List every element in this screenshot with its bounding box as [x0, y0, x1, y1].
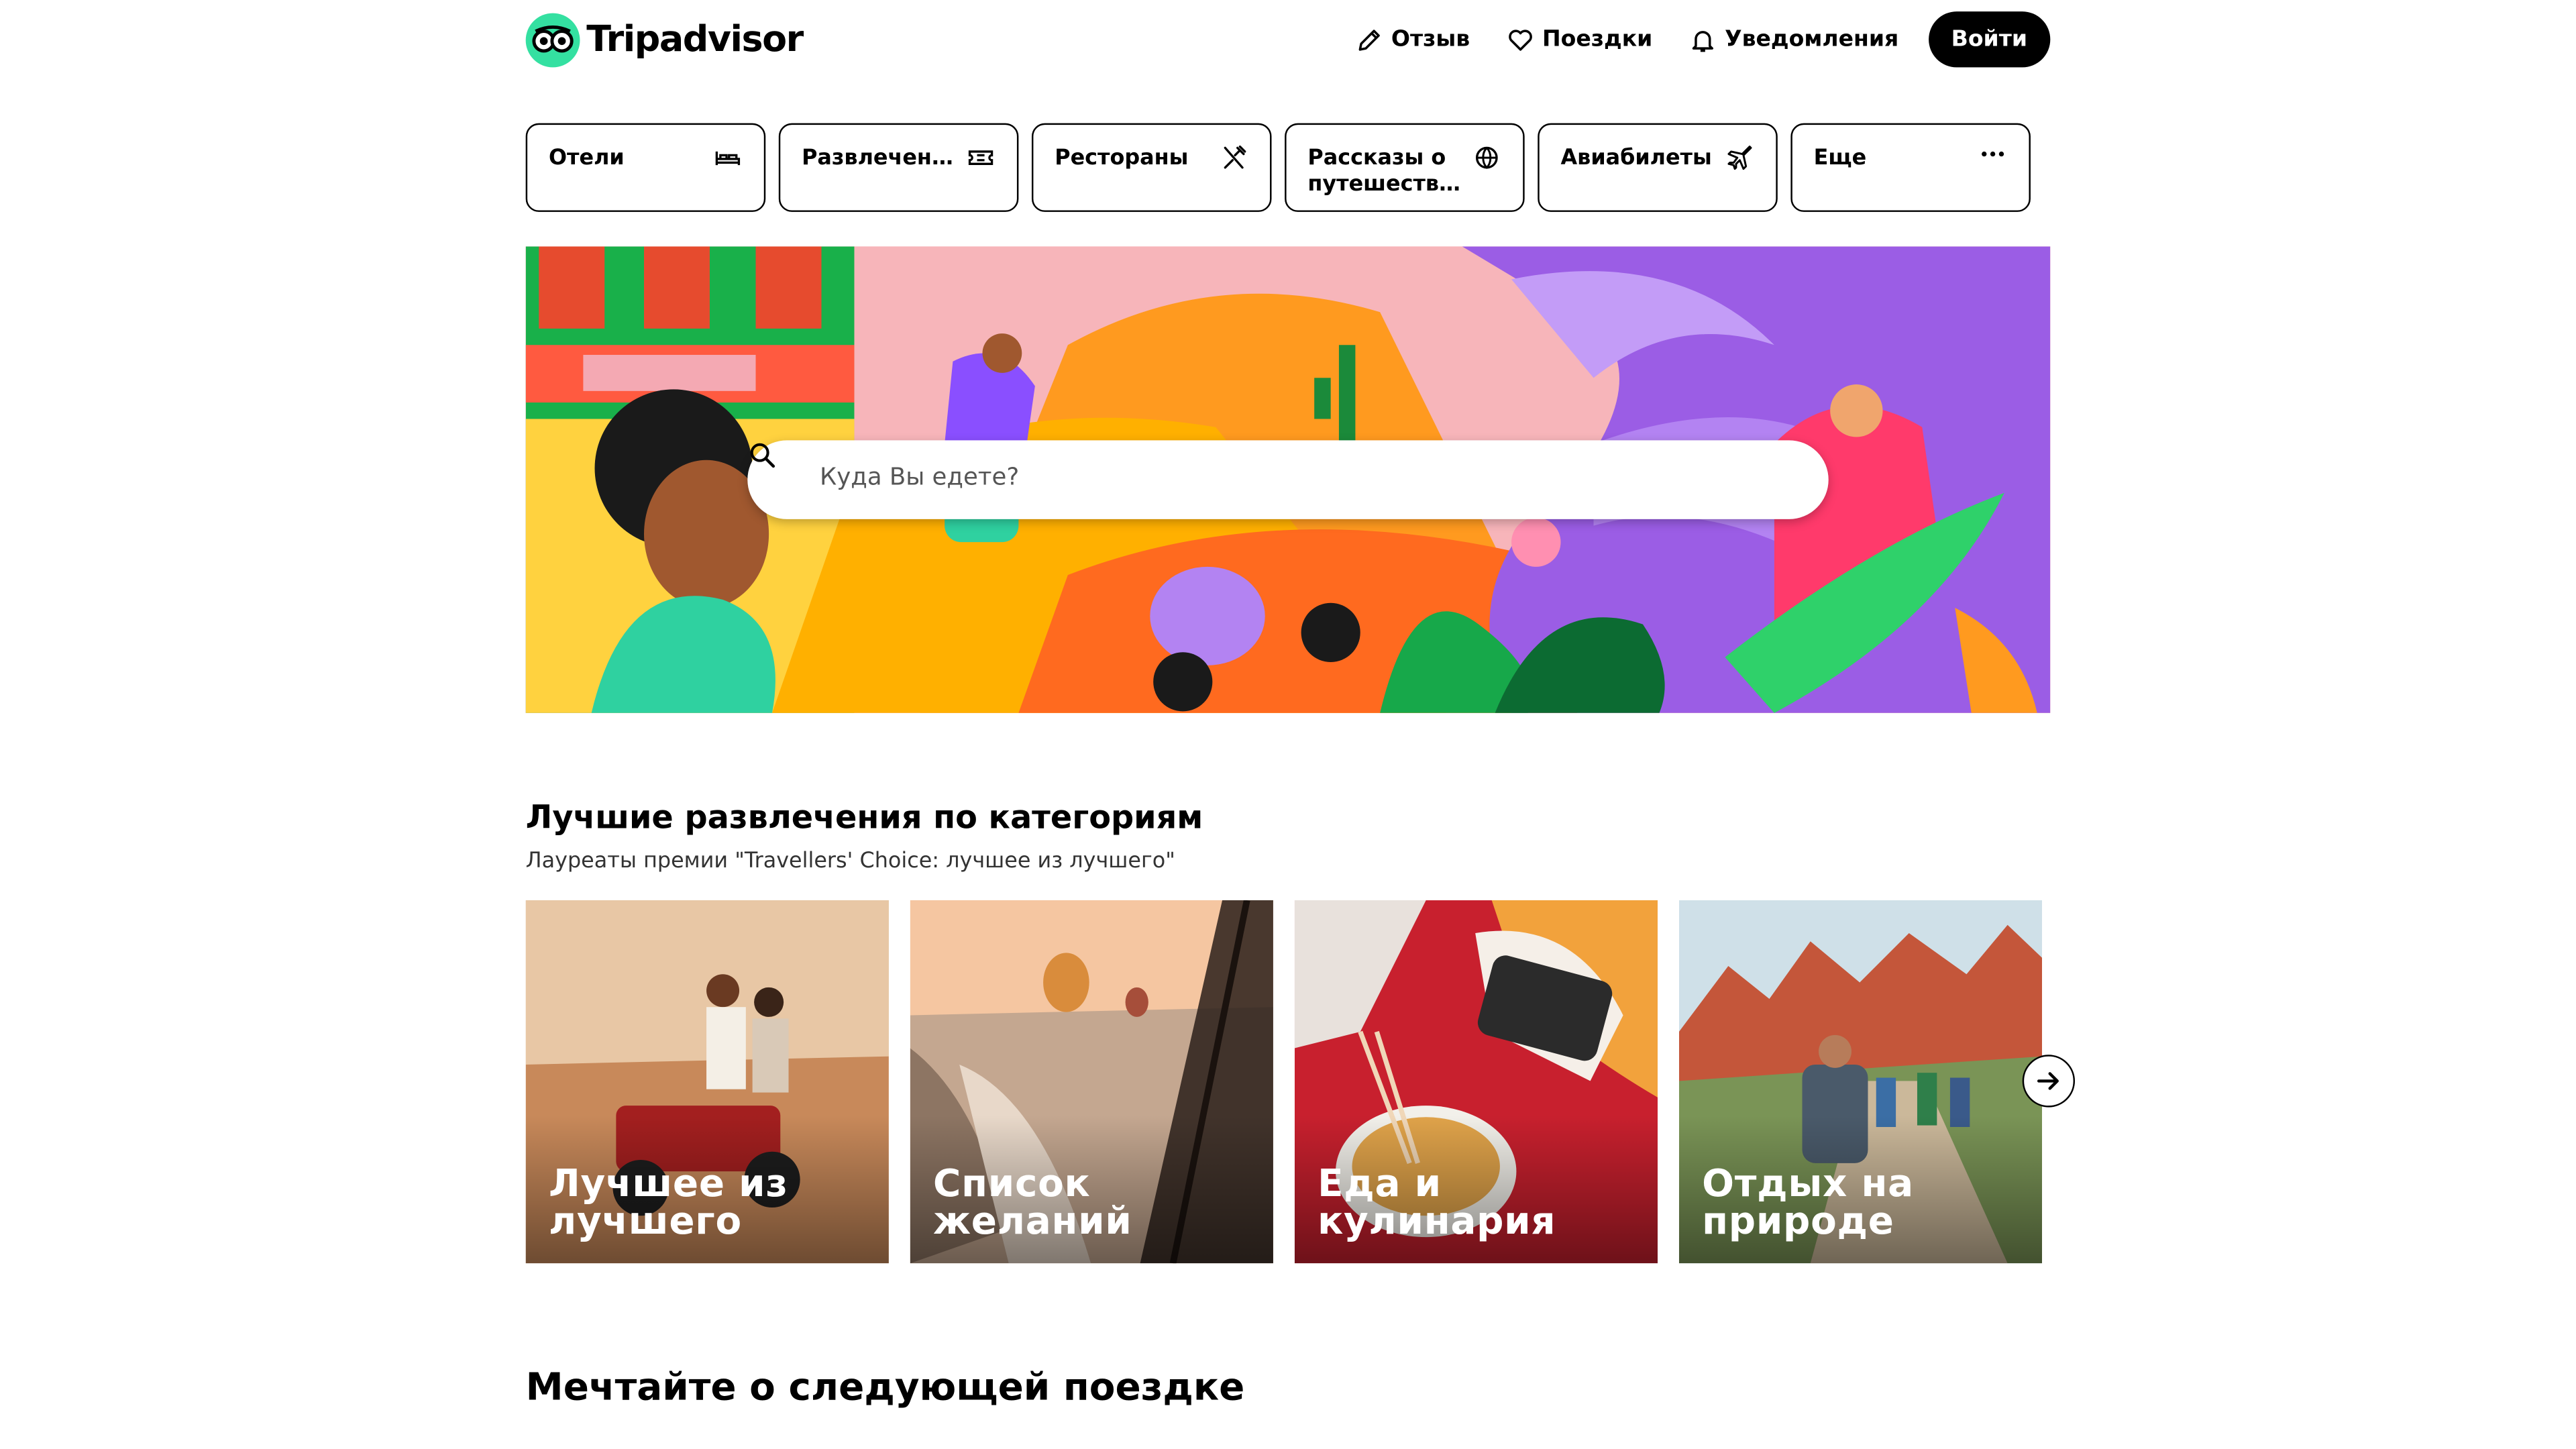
logo-text: Tripadvisor: [586, 19, 804, 61]
pencil-icon: [1358, 29, 1380, 50]
header: Tripadvisor Отзыв Поездки Уведомления Во…: [525, 0, 2051, 79]
nav-review[interactable]: Отзыв: [1348, 11, 1477, 67]
card-label: Отдых на природе: [1702, 1163, 1914, 1244]
fork-knife-icon: [1224, 145, 1246, 169]
hero-banner: Куда Вы едете?: [525, 246, 2051, 713]
category-restaurants[interactable]: Рестораны: [1031, 123, 1272, 212]
bell-icon: [1692, 30, 1713, 52]
globe-icon: [1475, 146, 1498, 169]
category-label: Отели: [548, 146, 625, 171]
section-subtitle: Лауреаты премии "Travellers' Choice: луч…: [525, 849, 1175, 874]
category-label: Рестораны: [1055, 146, 1189, 171]
card-nature[interactable]: Отдых на природе: [1678, 900, 2043, 1264]
category-hotels[interactable]: Отели: [525, 123, 766, 212]
nav-trips-label: Поездки: [1542, 26, 1653, 53]
card-label: Лучшее из лучшего: [548, 1163, 788, 1244]
category-label: Еще: [1813, 146, 1867, 171]
bed-icon: [715, 151, 741, 166]
dream-section-title: Мечтайте о следующей поездке: [525, 1366, 1245, 1410]
category-label: Развлечения: [802, 146, 960, 171]
category-travel-stories[interactable]: Рассказы о путешествиях: [1285, 123, 1525, 212]
ticket-icon: [968, 150, 994, 165]
card-label: Список желаний: [933, 1163, 1132, 1244]
search-input[interactable]: Куда Вы едете?: [820, 465, 1019, 491]
category-flights[interactable]: Авиабилеты: [1538, 123, 1778, 212]
owl-logo-icon: [525, 13, 580, 68]
heart-icon: [1508, 29, 1532, 50]
section-title: Лучшие развлечения по категориям: [525, 798, 1203, 837]
search-icon: [750, 443, 775, 468]
category-tabs: Отели Развлечения Рестораны Рассказы о п…: [525, 123, 2031, 212]
category-more[interactable]: Еще: [1790, 123, 2031, 212]
nav-trips[interactable]: Поездки: [1499, 11, 1659, 67]
card-food-culinary[interactable]: Еда и кулинария: [1294, 900, 1658, 1264]
nav-review-label: Отзыв: [1391, 26, 1470, 53]
nav-notifications-label: Уведомления: [1725, 26, 1899, 53]
card-label: Еда и кулинария: [1318, 1163, 1556, 1244]
plane-icon: [1727, 146, 1752, 170]
category-label: Авиабилеты: [1560, 146, 1712, 171]
card-best-of-best[interactable]: Лучшее из лучшего: [525, 900, 889, 1264]
tripadvisor-logo[interactable]: Tripadvisor: [525, 13, 804, 68]
carousel-next-button[interactable]: [2022, 1055, 2076, 1108]
arrow-right-icon: [2037, 1072, 2059, 1090]
search-bar[interactable]: Куда Вы едете?: [747, 440, 1829, 519]
login-button[interactable]: Войти: [1928, 11, 2051, 68]
category-attractions[interactable]: Развлечения: [778, 123, 1019, 212]
top-nav: Отзыв Поездки Уведомления Войти: [1348, 11, 2051, 68]
category-label: Рассказы о путешествиях: [1307, 146, 1466, 197]
category-cards: Лучшее из лучшего Список желаний Еда и к…: [525, 900, 2043, 1264]
nav-notifications[interactable]: Уведомления: [1682, 11, 1905, 67]
more-dots-icon: [1982, 151, 2004, 157]
card-wishlist[interactable]: Список желаний: [910, 900, 1273, 1264]
